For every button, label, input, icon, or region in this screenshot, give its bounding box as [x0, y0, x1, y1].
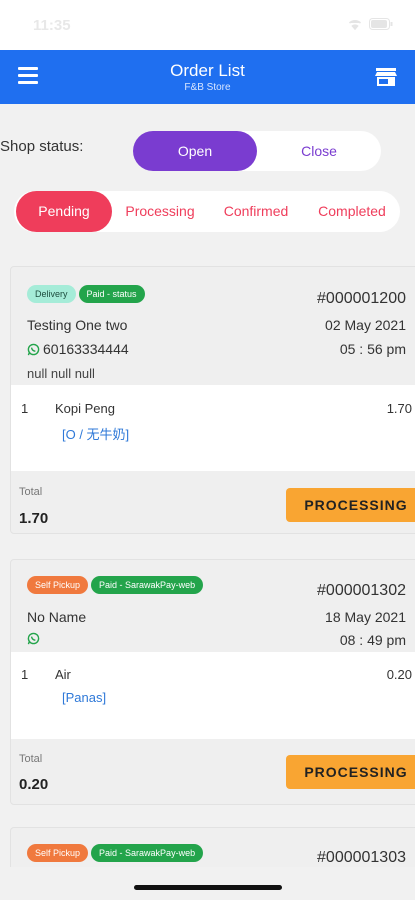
shop-status-toggle: Open Close [133, 131, 381, 171]
order-date: 02 May 2021 [325, 317, 406, 333]
item-name: Air [55, 667, 71, 682]
total-label: Total [19, 753, 43, 765]
order-number: #000001302 [317, 582, 406, 599]
order-card[interactable]: Self Pickup Paid - SarawakPay-web #00000… [10, 559, 415, 805]
store-icon[interactable] [375, 67, 397, 87]
tab-pending[interactable]: Pending [16, 191, 112, 232]
wifi-icon [348, 20, 362, 30]
item-price: 0.20 [386, 667, 412, 682]
total-amount: 1.70 [19, 510, 49, 527]
order-number: #000001303 [317, 849, 406, 866]
tab-confirmed[interactable]: Confirmed [213, 191, 299, 232]
battery-icon [369, 18, 393, 30]
total-amount: 0.20 [19, 776, 49, 793]
shop-close-button[interactable]: Close [257, 131, 381, 171]
shop-status-label: Shop status: [0, 138, 84, 155]
processing-button[interactable]: PROCESSING [286, 488, 415, 522]
whatsapp-icon [27, 632, 40, 645]
app-bar: Order List F&B Store [0, 50, 415, 104]
order-date: 18 May 2021 [325, 609, 406, 625]
delivery-badge: Delivery [27, 285, 76, 303]
order-card[interactable]: Delivery Paid - status #000001200 Testin… [10, 266, 415, 534]
order-time: 08 : 49 pm [339, 632, 406, 648]
customer-phone[interactable] [27, 632, 43, 645]
payment-status-badge: Paid - SarawakPay-web [91, 844, 204, 862]
whatsapp-icon [27, 343, 40, 355]
status-bar: 11:35 [0, 0, 415, 50]
header-titles: Order List F&B Store [0, 61, 415, 93]
order-time: 05 : 56 pm [339, 341, 406, 357]
item-quantity: 1 [21, 667, 29, 682]
payment-status-badge: Paid - SarawakPay-web [91, 576, 204, 594]
tab-processing[interactable]: Processing [117, 191, 203, 232]
item-price: 1.70 [386, 401, 412, 416]
total-label: Total [19, 486, 43, 498]
item-modifier: [Panas] [62, 690, 107, 705]
order-items: 1 Air 0.20 [Panas] [11, 652, 415, 739]
customer-name: No Name [27, 609, 87, 625]
order-number: #000001200 [317, 290, 406, 307]
home-indicator [134, 885, 282, 890]
order-card[interactable]: Self Pickup Paid - SarawakPay-web #00000… [10, 827, 415, 867]
self-pickup-badge: Self Pickup [27, 844, 89, 862]
shop-open-button[interactable]: Open [133, 131, 257, 171]
shop-status-row: Shop status: Open Close [0, 130, 415, 172]
customer-phone[interactable]: 60163334444 [27, 341, 129, 357]
system-icons [347, 18, 393, 30]
order-status-tabs: Pending Processing Confirmed Completed [14, 191, 400, 232]
item-name: Kopi Peng [55, 401, 115, 416]
store-name: F&B Store [184, 82, 231, 93]
delivery-address: null null null [27, 366, 95, 381]
status-time: 11:35 [33, 17, 71, 34]
item-modifier: [O / 无牛奶] [62, 427, 130, 442]
item-quantity: 1 [21, 401, 29, 416]
order-items: 1 Kopi Peng 1.70 [O / 无牛奶] [11, 385, 415, 471]
page-title: Order List [170, 61, 245, 80]
tab-completed[interactable]: Completed [307, 191, 397, 232]
customer-name: Testing One two [27, 317, 128, 333]
phone-number: 60163334444 [43, 341, 129, 357]
self-pickup-badge: Self Pickup [27, 576, 89, 594]
payment-status-badge: Paid - status [78, 285, 145, 303]
processing-button[interactable]: PROCESSING [286, 755, 415, 789]
